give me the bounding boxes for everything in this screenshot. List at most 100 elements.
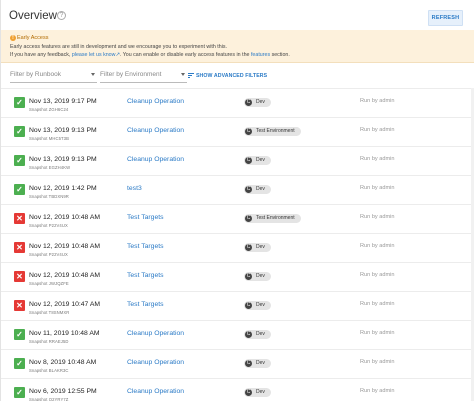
run-row[interactable]: ✓ Nov 12, 2019 1:42 PM Snapshot TBDXN9R tes… <box>1 175 474 204</box>
run-row[interactable]: ✓ Nov 6, 2019 12:55 PM Snapshot Q2YRY7Z Cle… <box>1 378 474 401</box>
run-by: Run by admin <box>360 330 395 336</box>
run-date: Nov 12, 2019 10:48 AM <box>29 243 101 250</box>
environment-chip: C Dev <box>244 330 271 339</box>
run-by: Run by admin <box>360 98 395 104</box>
environment-chip: C Dev <box>244 301 271 310</box>
chevron-down-icon <box>91 73 95 76</box>
run-date: Nov 12, 2019 1:42 PM <box>29 185 97 192</box>
check-icon: ✓ <box>14 387 25 398</box>
runbook-link[interactable]: Cleanup Operation <box>127 359 184 366</box>
environment-icon: C <box>245 302 252 309</box>
runbook-link[interactable]: Cleanup Operation <box>127 330 184 337</box>
chevron-down-icon <box>181 73 185 76</box>
run-row[interactable]: ✓ Nov 13, 2019 9:13 PM Snapshot MHC5T3B Cle… <box>1 117 474 146</box>
snapshot-id: Snapshot RRAEJ5D <box>29 339 69 344</box>
runbook-link[interactable]: Test Targets <box>127 243 164 250</box>
check-icon: ✓ <box>14 329 25 340</box>
environment-icon: C <box>245 99 252 106</box>
early-access-banner: ! Early Access Early access features are… <box>1 30 474 63</box>
environment-icon: C <box>245 389 252 396</box>
run-date: Nov 11, 2019 10:48 AM <box>29 330 100 337</box>
check-icon: ✓ <box>14 358 25 369</box>
environment-icon: C <box>245 273 252 280</box>
run-by: Run by admin <box>360 185 395 191</box>
snapshot-id: Snapshot MHC5T3B <box>29 136 70 141</box>
run-row[interactable]: ✕ Nov 12, 2019 10:47 AM Snapshot T8SNMXR Te… <box>1 291 474 320</box>
run-row[interactable]: ✕ Nov 12, 2019 10:48 AM Snapshot P22V4UX Te… <box>1 233 474 262</box>
snapshot-id: Snapshot ZGH6C24 <box>29 107 69 112</box>
snapshot-id: Snapshot TBDXN9R <box>29 194 69 199</box>
check-icon: ✓ <box>14 97 25 108</box>
snapshot-id: Snapshot Q2YRY7Z <box>29 397 69 401</box>
banner-feedback-text: If you have any feedback, please let us … <box>10 52 290 58</box>
page-title: Overview <box>9 10 57 22</box>
snapshot-id: Snapshot EGZH4KW <box>29 165 71 170</box>
check-icon: ✓ <box>14 155 25 166</box>
run-by: Run by admin <box>360 214 395 220</box>
check-icon: ✓ <box>14 126 25 137</box>
runbook-link[interactable]: Test Targets <box>127 214 164 221</box>
environment-icon: C <box>245 186 252 193</box>
environment-chip: C Dev <box>244 98 271 107</box>
run-by: Run by admin <box>360 272 395 278</box>
environment-icon: C <box>245 215 252 222</box>
run-row[interactable]: ✓ Nov 13, 2019 9:17 PM Snapshot ZGH6C24 Cle… <box>1 88 474 117</box>
environment-chip: C Dev <box>244 156 271 165</box>
run-row[interactable]: ✕ Nov 12, 2019 10:48 AM Snapshot JWJQZFE Te… <box>1 262 474 291</box>
environment-icon: C <box>245 128 252 135</box>
x-icon: ✕ <box>14 300 25 311</box>
snapshot-id: Snapshot P22V4UX <box>29 223 68 228</box>
show-advanced-filters-button[interactable]: SHOW ADVANCED FILTERS <box>188 73 267 79</box>
info-icon: ! <box>10 35 16 41</box>
banner-text: Early access features are still in devel… <box>10 44 227 50</box>
run-date: Nov 12, 2019 10:47 AM <box>29 301 101 308</box>
runbook-link[interactable]: Test Targets <box>127 301 164 308</box>
check-icon: ✓ <box>14 184 25 195</box>
banner-title: Early Access <box>17 35 49 41</box>
runbook-link[interactable]: test3 <box>127 185 142 192</box>
question-circle-icon[interactable]: ? <box>57 11 66 20</box>
run-by: Run by admin <box>360 156 395 162</box>
environment-filter-select[interactable]: Filter by Environment <box>100 70 187 83</box>
runbook-link[interactable]: Test Targets <box>127 272 164 279</box>
run-date: Nov 8, 2019 10:48 AM <box>29 359 97 366</box>
filter-bar: Filter by Runbook Filter by Environment … <box>1 63 474 91</box>
environment-chip: C Test Environment <box>244 214 301 223</box>
refresh-button[interactable]: REFRESH <box>428 10 463 26</box>
run-by: Run by admin <box>360 243 395 249</box>
environment-icon: C <box>245 360 252 367</box>
feedback-link[interactable]: please let us know <box>72 52 116 58</box>
runbook-link[interactable]: Cleanup Operation <box>127 127 184 134</box>
page-header: Overview ? REFRESH <box>1 0 474 34</box>
run-by: Run by admin <box>360 301 395 307</box>
environment-icon: C <box>245 244 252 251</box>
x-icon: ✕ <box>14 213 25 224</box>
runbook-link[interactable]: Cleanup Operation <box>127 388 184 395</box>
run-row[interactable]: ✕ Nov 12, 2019 10:48 AM Snapshot P22V4UX Te… <box>1 204 474 233</box>
run-date: Nov 13, 2019 9:13 PM <box>29 127 97 134</box>
x-icon: ✕ <box>14 242 25 253</box>
environment-chip: C Test Environment <box>244 127 301 136</box>
runbook-filter-select[interactable]: Filter by Runbook <box>10 70 97 83</box>
run-date: Nov 12, 2019 10:48 AM <box>29 272 101 279</box>
run-date: Nov 12, 2019 10:48 AM <box>29 214 101 221</box>
environment-chip: C Dev <box>244 359 271 368</box>
features-link[interactable]: features <box>251 52 270 58</box>
run-by: Run by admin <box>360 388 395 394</box>
snapshot-id: Snapshot JWJQZFE <box>29 281 69 286</box>
run-row[interactable]: ✓ Nov 13, 2019 9:13 PM Snapshot EGZH4KW Cle… <box>1 146 474 175</box>
snapshot-id: Snapshot BLAKR3C <box>29 368 69 373</box>
runbook-link[interactable]: Cleanup Operation <box>127 156 184 163</box>
run-date: Nov 6, 2019 12:55 PM <box>29 388 97 395</box>
run-row[interactable]: ✓ Nov 8, 2019 10:48 AM Snapshot BLAKR3C Cle… <box>1 349 474 378</box>
run-row[interactable]: ✓ Nov 11, 2019 10:48 AM Snapshot RRAEJ5D Cl… <box>1 320 474 349</box>
run-date: Nov 13, 2019 9:17 PM <box>29 98 97 105</box>
runbook-link[interactable]: Cleanup Operation <box>127 98 184 105</box>
snapshot-id: Snapshot P22V4UX <box>29 252 68 257</box>
run-date: Nov 13, 2019 9:13 PM <box>29 156 97 163</box>
overview-panel: Overview ? REFRESH ! Early Access Early … <box>0 0 474 401</box>
environment-chip: C Dev <box>244 243 271 252</box>
environment-chip: C Dev <box>244 272 271 281</box>
x-icon: ✕ <box>14 271 25 282</box>
environment-icon: C <box>245 331 252 338</box>
